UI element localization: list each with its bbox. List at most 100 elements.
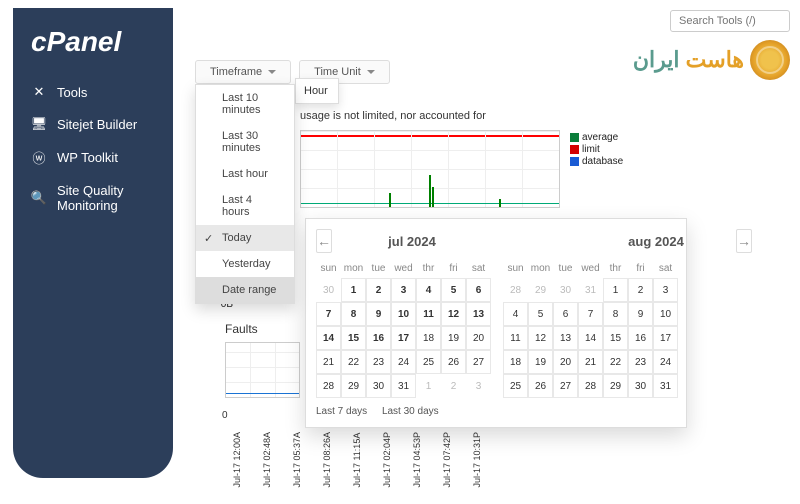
calendar-day[interactable]: 1 (603, 278, 628, 302)
calendar-day[interactable]: 2 (366, 278, 391, 302)
timeframe-item-last-30-minutes[interactable]: Last 30 minutes (196, 123, 294, 161)
calendar-day[interactable]: 24 (391, 350, 416, 374)
calendar-day[interactable]: 20 (553, 350, 578, 374)
nav-site-quality-monitoring[interactable]: 🔍 Site Quality Monitoring (13, 175, 173, 221)
nav-icon: 🖥 (31, 116, 47, 132)
timeframe-item-last-10-minutes[interactable]: Last 10 minutes (196, 85, 294, 123)
calendar-day[interactable]: 2 (628, 278, 653, 302)
calendar-day[interactable]: 21 (316, 350, 341, 374)
calendar-day[interactable]: 13 (466, 302, 491, 326)
brand-text-1: هاست (686, 47, 744, 72)
calendar-day[interactable]: 22 (341, 350, 366, 374)
search-input[interactable] (670, 10, 790, 32)
calendar-day[interactable]: 3 (391, 278, 416, 302)
timeframe-item-date-range[interactable]: Date range (196, 277, 294, 303)
calendar-day[interactable]: 23 (366, 350, 391, 374)
calendar-day[interactable]: 7 (578, 302, 603, 326)
timeframe-item-last-4-hours[interactable]: Last 4 hours (196, 187, 294, 225)
calendar-day[interactable]: 31 (653, 374, 678, 398)
calendar-day[interactable]: 5 (528, 302, 553, 326)
quick-last7[interactable]: Last 7 days (316, 406, 367, 417)
calendar-day[interactable]: 12 (441, 302, 466, 326)
nav-label: Sitejet Builder (57, 117, 137, 132)
calendar-day[interactable]: 8 (341, 302, 366, 326)
calendar-day[interactable]: 15 (341, 326, 366, 350)
calendar-day[interactable]: 21 (578, 350, 603, 374)
calendar-day[interactable]: 19 (528, 350, 553, 374)
timeunit-menu-item-hour[interactable]: Hour (295, 78, 339, 104)
timeframe-item-yesterday[interactable]: Yesterday (196, 251, 294, 277)
sidebar: cPanel ✕ Tools 🖥 Sitejet Builder ⓦWP Toolkit… (13, 8, 173, 478)
calendar-day[interactable]: 20 (466, 326, 491, 350)
calendar-day[interactable]: 13 (553, 326, 578, 350)
calendar-day[interactable]: 9 (366, 302, 391, 326)
calendar-day[interactable]: 25 (416, 350, 441, 374)
calendar-day[interactable]: 22 (603, 350, 628, 374)
globe-icon (750, 40, 790, 80)
faults-zero: 0 (222, 410, 228, 421)
calendar-day[interactable]: 19 (441, 326, 466, 350)
calendar-day[interactable]: 16 (628, 326, 653, 350)
legend-item: limit (570, 144, 623, 156)
calendar-day[interactable]: 28 (316, 374, 341, 398)
usage-chart (300, 130, 560, 208)
brand-logo: هاست ایران (633, 40, 790, 80)
calendar-day[interactable]: 27 (553, 374, 578, 398)
nav-sitejet-builder[interactable]: 🖥 Sitejet Builder (13, 108, 173, 140)
calendar-day[interactable]: 15 (603, 326, 628, 350)
calendar-day[interactable]: 14 (316, 326, 341, 350)
calendar-day[interactable]: 17 (653, 326, 678, 350)
legend: averagelimitdatabase (570, 132, 623, 168)
calendar-day[interactable]: 27 (466, 350, 491, 374)
calendar-day[interactable]: 10 (653, 302, 678, 326)
calendar-day[interactable]: 12 (528, 326, 553, 350)
brand-text-2: ایران (633, 47, 680, 72)
calendar-next-button[interactable]: → (736, 229, 752, 253)
calendar-day[interactable]: 26 (528, 374, 553, 398)
calendar-day[interactable]: 23 (628, 350, 653, 374)
calendar-day[interactable]: 31 (391, 374, 416, 398)
date-range-picker: ← jul 2024 aug 2024 → sunmontuewedthrfri… (305, 218, 687, 428)
nav-wp-toolkit[interactable]: ⓦWP Toolkit (13, 140, 173, 175)
calendar-day[interactable]: 9 (628, 302, 653, 326)
calendar-day[interactable]: 4 (416, 278, 441, 302)
calendar-day[interactable]: 4 (503, 302, 528, 326)
calendar-day[interactable]: 30 (628, 374, 653, 398)
calendar-day[interactable]: 18 (416, 326, 441, 350)
calendar-day[interactable]: 1 (341, 278, 366, 302)
nav-label: WP Toolkit (57, 150, 118, 165)
calendar-day[interactable]: 3 (653, 278, 678, 302)
nav-label: Tools (57, 85, 87, 100)
calendar-day[interactable]: 10 (391, 302, 416, 326)
calendar-day[interactable]: 14 (578, 326, 603, 350)
timeframe-item-last-hour[interactable]: Last hour (196, 161, 294, 187)
calendar-day[interactable]: 6 (466, 278, 491, 302)
calendar-day[interactable]: 26 (441, 350, 466, 374)
calendar-month1-title: jul 2024 (332, 234, 492, 249)
nav-label: Site Quality Monitoring (57, 183, 155, 213)
calendar-day[interactable]: 29 (341, 374, 366, 398)
calendar-day[interactable]: 18 (503, 350, 528, 374)
calendar-day[interactable]: 29 (603, 374, 628, 398)
calendar-day[interactable]: 11 (416, 302, 441, 326)
calendar-day[interactable]: 25 (503, 374, 528, 398)
calendar-prev-button[interactable]: ← (316, 229, 332, 253)
faults-chart (225, 342, 300, 398)
quick-last30[interactable]: Last 30 days (382, 406, 439, 417)
calendar-day[interactable]: 5 (441, 278, 466, 302)
timeframe-item-today[interactable]: Today (196, 225, 294, 251)
nav-icon: ✕ (31, 84, 47, 100)
calendar-day[interactable]: 6 (553, 302, 578, 326)
calendar-day[interactable]: 17 (391, 326, 416, 350)
calendar-day[interactable]: 11 (503, 326, 528, 350)
timeframe-dropdown[interactable]: Timeframe (195, 60, 291, 84)
nav-icon: 🔍 (31, 190, 47, 206)
nav-tools[interactable]: ✕ Tools (13, 76, 173, 108)
calendar-day[interactable]: 24 (653, 350, 678, 374)
calendar-day[interactable]: 30 (366, 374, 391, 398)
calendar-day[interactable]: 16 (366, 326, 391, 350)
calendar-day[interactable]: 8 (603, 302, 628, 326)
cpanel-logo: cPanel (13, 26, 173, 76)
calendar-day[interactable]: 7 (316, 302, 341, 326)
calendar-day[interactable]: 28 (578, 374, 603, 398)
